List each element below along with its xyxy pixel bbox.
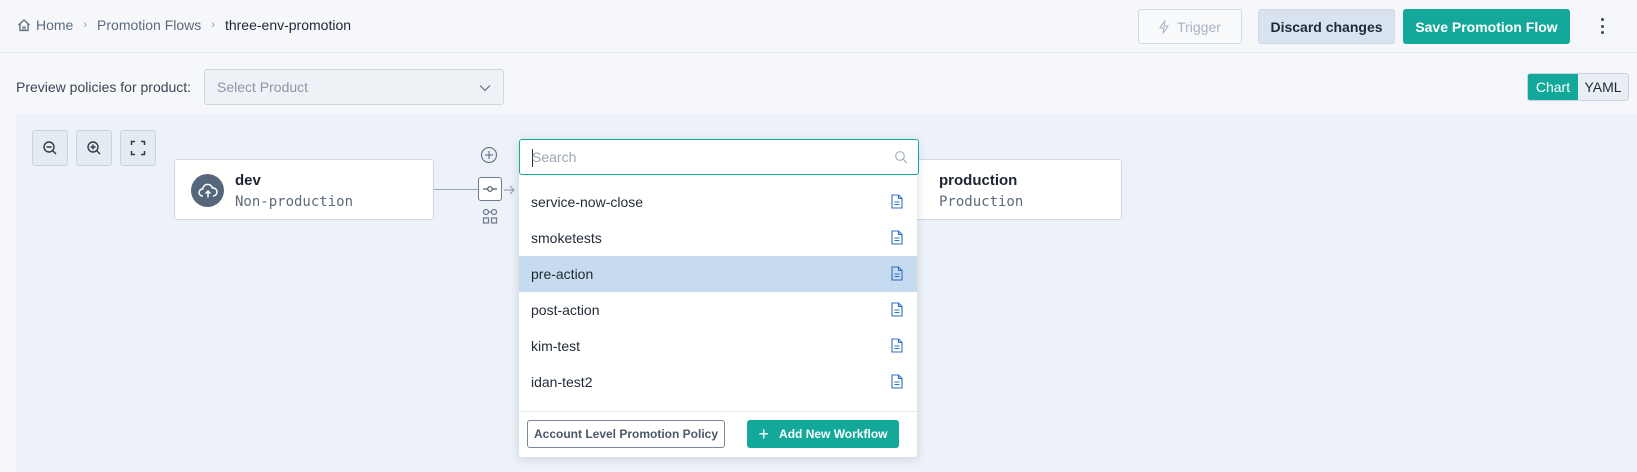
workflow-item-selected[interactable]: pre-action <box>519 256 917 292</box>
document-icon <box>891 230 903 245</box>
account-level-policy-button[interactable]: Account Level Promotion Policy <box>527 420 725 448</box>
workflow-list: service-now-close smoketests pre-action … <box>519 184 917 400</box>
document-icon <box>891 302 903 317</box>
workflow-item-label: kim-test <box>531 338 580 354</box>
product-select[interactable]: Select Product <box>204 69 504 105</box>
workflow-item-label: idan-test2 <box>531 374 593 390</box>
workflow-item[interactable]: smoketests <box>519 220 917 256</box>
document-icon <box>891 338 903 353</box>
chevron-right-icon: › <box>211 19 215 31</box>
chevron-down-icon <box>479 85 491 92</box>
document-icon <box>891 194 903 209</box>
trigger-button-label: Trigger <box>1177 18 1221 35</box>
workflow-item-label: smoketests <box>531 230 602 246</box>
workflow-picker-dropdown: service-now-close smoketests pre-action … <box>519 139 919 457</box>
add-circle-icon[interactable] <box>480 146 498 164</box>
workflow-item-label: post-action <box>531 302 600 318</box>
env-name: production <box>939 172 1018 189</box>
document-icon <box>891 374 903 389</box>
breadcrumb-home[interactable]: Home <box>36 17 73 33</box>
workflow-step-button[interactable] <box>478 177 502 201</box>
zoom-out-icon <box>43 141 57 155</box>
env-name: dev <box>235 172 261 189</box>
chart-view-tab[interactable]: Chart <box>1528 74 1578 100</box>
breadcrumb-promotion-flows[interactable]: Promotion Flows <box>97 17 201 33</box>
plus-icon: + <box>758 424 770 444</box>
discard-changes-button[interactable]: Discard changes <box>1258 9 1395 44</box>
home-icon[interactable] <box>17 18 31 32</box>
divider <box>519 411 917 412</box>
env-node-dev[interactable]: dev Non-production <box>174 159 434 220</box>
env-type: Production <box>939 194 1024 210</box>
env-type: Non-production <box>235 194 354 210</box>
expand-icon <box>130 140 146 156</box>
workflow-item[interactable]: post-action <box>519 292 917 328</box>
preview-policies-label: Preview policies for product: <box>16 79 192 95</box>
workflow-item[interactable]: idan-test2 <box>519 364 917 400</box>
add-new-workflow-label: Add New Workflow <box>779 427 888 441</box>
workflow-item[interactable]: service-now-close <box>519 184 917 220</box>
save-promotion-flow-button[interactable]: Save Promotion Flow <box>1403 9 1570 44</box>
workflow-nodes-icon[interactable] <box>482 208 498 224</box>
breadcrumb-current: three-env-promotion <box>224 17 352 33</box>
workflow-item[interactable]: kim-test <box>519 328 917 364</box>
fit-view-button[interactable] <box>120 130 156 166</box>
view-toggle: Chart YAML <box>1527 73 1629 101</box>
workflow-search-input[interactable] <box>532 142 892 172</box>
cloud-upload-icon <box>191 174 224 207</box>
workflow-item-label: service-now-close <box>531 194 644 210</box>
search-icon <box>895 151 908 164</box>
document-icon <box>891 266 903 281</box>
more-options-icon[interactable] <box>1596 16 1608 36</box>
workflow-item-label: pre-action <box>531 266 594 282</box>
product-select-value: Select Product <box>217 79 309 95</box>
arrow-right-icon <box>504 185 515 195</box>
yaml-view-tab[interactable]: YAML <box>1578 74 1628 100</box>
chevron-right-icon: › <box>83 19 88 31</box>
breadcrumb: Home › Promotion Flows › three-env-promo… <box>17 17 351 33</box>
workflow-search-field[interactable] <box>519 139 919 175</box>
text-cursor <box>532 149 533 167</box>
zoom-out-button[interactable] <box>32 130 68 166</box>
page-header: Home › Promotion Flows › three-env-promo… <box>0 0 1637 53</box>
zoom-in-icon <box>87 141 101 155</box>
trigger-button[interactable]: Trigger <box>1138 9 1242 44</box>
zoom-in-button[interactable] <box>76 130 112 166</box>
commit-icon <box>483 186 497 192</box>
add-new-workflow-button[interactable]: + Add New Workflow <box>747 420 899 448</box>
lightning-icon <box>1159 19 1170 34</box>
